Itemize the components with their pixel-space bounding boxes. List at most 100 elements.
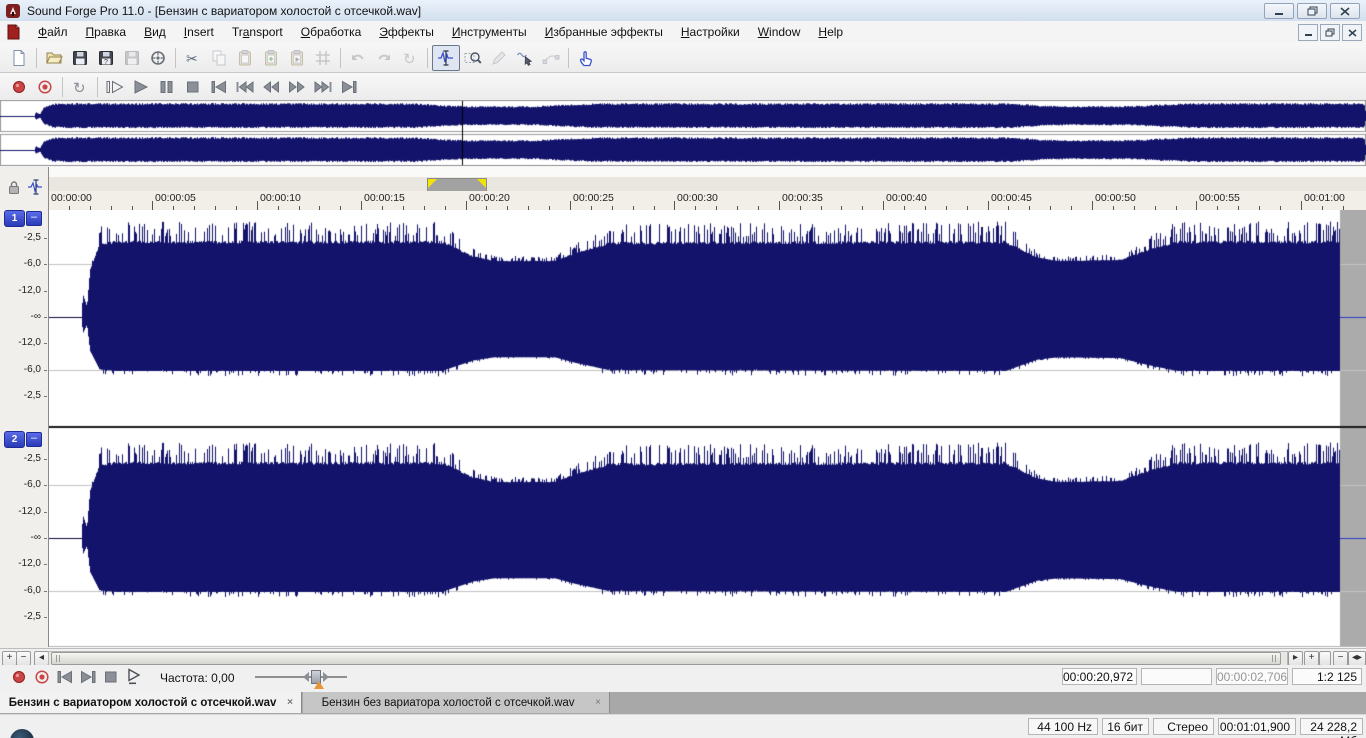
zoom-ratio-box[interactable]: 1:2 125: [1292, 668, 1362, 685]
tab-benzin-s-variatorom[interactable]: Бензин с вариатором холостой с отсечкой.…: [0, 692, 302, 713]
close-button[interactable]: [1330, 3, 1360, 19]
paste-special-button[interactable]: [258, 46, 284, 70]
menu-transport[interactable]: Transport: [223, 21, 292, 43]
mdi-close-button[interactable]: [1342, 24, 1362, 41]
scroll-left-button[interactable]: ◂: [34, 651, 49, 666]
go-to-start-button[interactable]: [206, 75, 232, 99]
touch-tool-button[interactable]: [573, 46, 599, 70]
ruler-major-tick: [1092, 201, 1093, 210]
selection-length-box[interactable]: 00:00:02,706: [1216, 668, 1288, 685]
selection-marker-left-handle[interactable]: [428, 179, 437, 188]
mdi-restore-button[interactable]: [1320, 24, 1340, 41]
rewind-fast-button[interactable]: [232, 75, 258, 99]
play-all-button[interactable]: [102, 75, 128, 99]
rewind-button[interactable]: [258, 75, 284, 99]
db-scale-label: -12,0: [18, 558, 41, 569]
publish-button[interactable]: [145, 46, 171, 70]
zoom-in-left-button[interactable]: +: [2, 651, 17, 666]
playbar-go-to-end-button[interactable]: [77, 668, 99, 686]
zoom-resolution-grip[interactable]: [1319, 651, 1331, 666]
overview-waveform[interactable]: [0, 100, 1366, 166]
workspace-top-band: [0, 167, 1366, 177]
time-ruler[interactable]: 00:00:00 00:00:05 00:00:10 00:00:15 00:00:20…: [48, 191, 1366, 211]
tab-close-icon[interactable]: ×: [285, 697, 301, 708]
menu-правка[interactable]: Правка: [77, 21, 136, 43]
menu-вид[interactable]: Вид: [135, 21, 175, 43]
rate-slider-left-arrow[interactable]: [303, 672, 309, 682]
menu-файл[interactable]: Файл: [29, 21, 77, 43]
channel-2-badge[interactable]: 2: [4, 431, 25, 448]
undo-button[interactable]: [345, 46, 371, 70]
paste-to-new-button[interactable]: [284, 46, 310, 70]
forward-button[interactable]: [284, 75, 310, 99]
playbar-go-to-start-button[interactable]: [54, 668, 76, 686]
zoom-selection-button[interactable]: ◂▸: [1348, 651, 1366, 666]
tab-benzin-bez-variatora[interactable]: Бензин без вариатора холостой с отсечкой…: [303, 692, 610, 713]
menu-обработка[interactable]: Обработка: [292, 21, 371, 43]
redo-button[interactable]: [371, 46, 397, 70]
scroll-right-button[interactable]: ▸: [1288, 651, 1303, 666]
playbar-stop-button[interactable]: [100, 668, 122, 686]
record-arm-button[interactable]: [32, 75, 58, 99]
selection-start-box[interactable]: [1141, 668, 1212, 685]
go-to-end-button[interactable]: [336, 75, 362, 99]
pause-button[interactable]: [154, 75, 180, 99]
playbar-record-arm-button[interactable]: [31, 668, 53, 686]
magnify-tool-button[interactable]: [460, 46, 486, 70]
channel-1-badge[interactable]: 1: [4, 210, 25, 227]
new-file-button[interactable]: [6, 46, 32, 70]
zoom-out-left-button[interactable]: −: [16, 651, 31, 666]
ruler-major-tick: [779, 201, 780, 210]
tab-close-icon[interactable]: ×: [593, 697, 609, 708]
scroll-row: + − ◂ ▸ + − ◂▸: [0, 648, 1366, 666]
loop-playback-button[interactable]: ↻: [67, 75, 93, 99]
zoom-out-time-button[interactable]: −: [1333, 651, 1348, 666]
playbar-play-underline-button[interactable]: [123, 668, 145, 686]
horizontal-scrollbar[interactable]: [48, 651, 1288, 666]
edit-tool-button[interactable]: [432, 44, 460, 71]
copy-button[interactable]: [206, 46, 232, 70]
restore-button[interactable]: [1297, 3, 1327, 19]
selection-marker[interactable]: [427, 178, 487, 192]
rate-slider-track[interactable]: [255, 676, 347, 678]
open-file-button[interactable]: [41, 46, 67, 70]
scrollbar-thumb[interactable]: [51, 652, 1281, 665]
selection-bar[interactable]: [48, 177, 1366, 192]
zoom-in-time-button[interactable]: +: [1304, 651, 1319, 666]
play-button[interactable]: [128, 75, 154, 99]
pencil-tool-button[interactable]: [486, 46, 512, 70]
paste-button[interactable]: [232, 46, 258, 70]
record-button[interactable]: [6, 75, 32, 99]
rate-default-marker[interactable]: [314, 681, 324, 689]
playbar: Частота: 0,00 00:00:20,972 00:00:02,706 …: [0, 665, 1366, 692]
minimize-button[interactable]: [1264, 3, 1294, 19]
menu-настройки[interactable]: Настройки: [672, 21, 749, 43]
db-scale-tick: [44, 538, 47, 539]
channel-1-minimize-button[interactable]: –: [26, 211, 42, 226]
event-tool-button[interactable]: [512, 46, 538, 70]
menu-insert[interactable]: Insert: [175, 21, 223, 43]
menu-эффекты[interactable]: Эффекты: [370, 21, 443, 43]
save-as-button[interactable]: ?: [93, 46, 119, 70]
playbar-record-button[interactable]: [8, 668, 30, 686]
main-waveform[interactable]: [49, 210, 1366, 647]
frequency-label: Частота: 0,00: [160, 671, 235, 685]
channel-2-minimize-button[interactable]: –: [26, 432, 42, 447]
repeat-button[interactable]: ↻: [397, 46, 423, 70]
cut-button[interactable]: ✂: [180, 46, 206, 70]
db-scale-tick: [44, 291, 47, 292]
mdi-minimize-button[interactable]: [1298, 24, 1318, 41]
position-box[interactable]: 00:00:20,972: [1062, 668, 1137, 685]
menu-инструменты[interactable]: Инструменты: [443, 21, 536, 43]
selection-marker-right-handle[interactable]: [477, 179, 486, 188]
envelope-tool-button[interactable]: [538, 46, 564, 70]
menu-избранные-эффекты[interactable]: Избранные эффекты: [536, 21, 672, 43]
save-button[interactable]: [67, 46, 93, 70]
save-all-button[interactable]: [119, 46, 145, 70]
trim-button[interactable]: [310, 46, 336, 70]
forward-fast-button[interactable]: [310, 75, 336, 99]
toolbar-standard: ? ✂ ↻: [0, 43, 1366, 73]
menu-help[interactable]: Help: [809, 21, 852, 43]
menu-window[interactable]: Window: [749, 21, 810, 43]
stop-button[interactable]: [180, 75, 206, 99]
